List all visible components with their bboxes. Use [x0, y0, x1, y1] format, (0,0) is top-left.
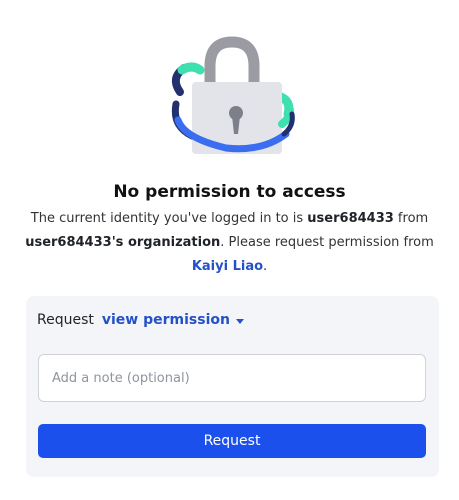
request-label: Request [37, 312, 94, 328]
current-user-name: user684433 [307, 211, 394, 226]
organization-name: user684433's organization [25, 235, 221, 250]
permission-dropdown-label: view permission [101, 312, 230, 328]
permission-dropdown[interactable]: view permission [102, 312, 244, 328]
description-text-4: . [263, 259, 268, 274]
request-row: Request view permission [37, 312, 244, 328]
description-text-2: from [393, 211, 429, 226]
request-button[interactable]: Request [38, 424, 426, 458]
page-title: No permission to access [113, 182, 346, 202]
padlock-icon [171, 36, 295, 154]
note-input[interactable] [38, 354, 426, 402]
request-panel: Request view permission Request [26, 296, 439, 477]
description-text-1: The current identity you've logged in to… [30, 211, 308, 226]
description-text-3: . Please request permission from [220, 235, 434, 250]
owner-link[interactable]: Kaiyi Liao [192, 259, 263, 274]
permission-description: The current identity you've logged in to… [14, 207, 445, 279]
caret-down-icon [235, 318, 244, 324]
